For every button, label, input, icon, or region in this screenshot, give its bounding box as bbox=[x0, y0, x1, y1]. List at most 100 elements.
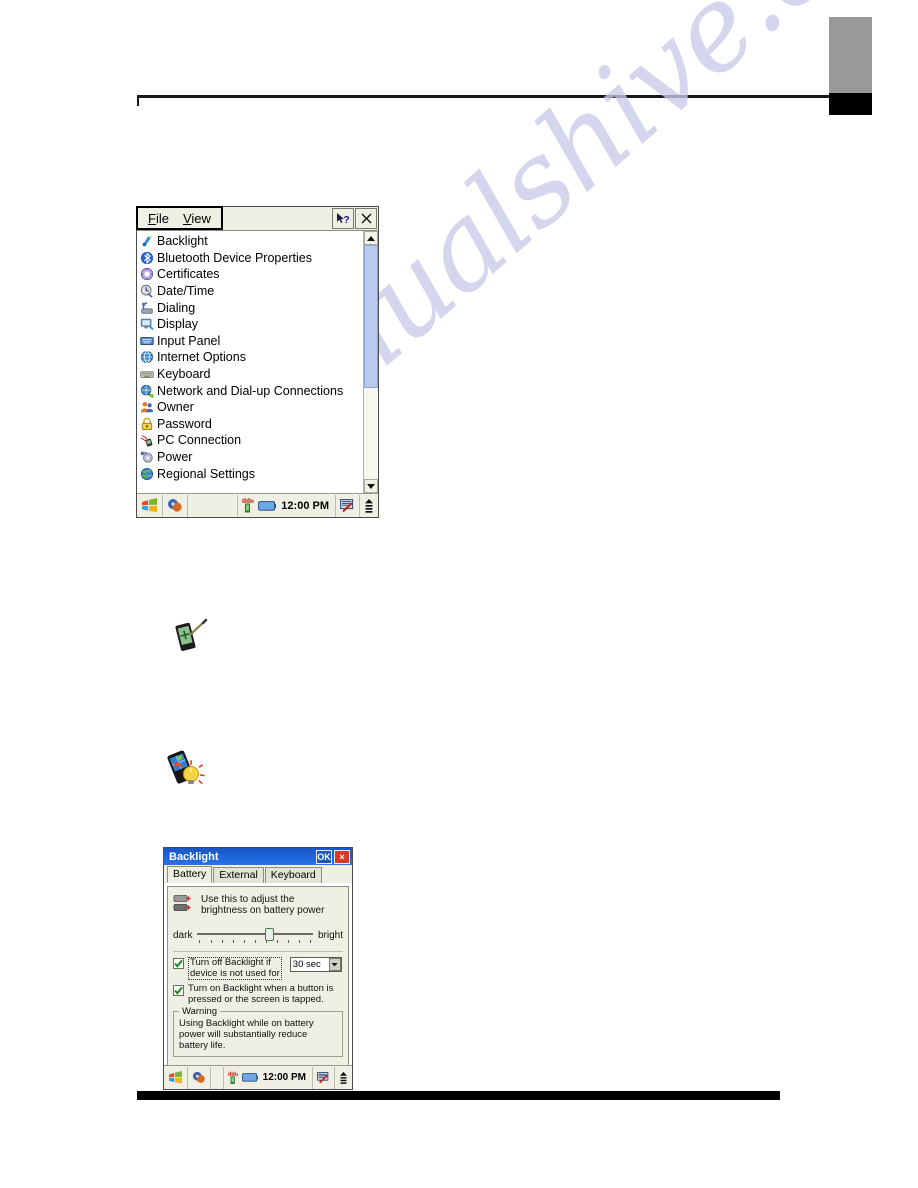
backlight-desc-line2: brightness on battery power bbox=[201, 905, 325, 916]
bluetooth-icon bbox=[140, 251, 154, 265]
slider-tick bbox=[243, 940, 245, 943]
control-panel-item[interactable]: Internet Options bbox=[137, 349, 363, 366]
control-panel-item[interactable]: Network and Dial-up Connections bbox=[137, 382, 363, 399]
control-panel-icon bbox=[192, 1071, 205, 1083]
signal-icon[interactable] bbox=[242, 498, 255, 513]
chevron-down-icon[interactable] bbox=[328, 958, 341, 971]
turn-off-backlight-row: Turn off Backlight if device is not used… bbox=[173, 957, 343, 980]
control-panel-item-label: Date/Time bbox=[157, 284, 215, 299]
control-panel-item[interactable]: Power bbox=[137, 449, 363, 466]
backlight-description: Use this to adjust the brightness on bat… bbox=[201, 894, 324, 916]
panel-divider bbox=[173, 951, 343, 952]
control-panel-item[interactable]: Input Panel bbox=[137, 333, 363, 350]
close-icon bbox=[361, 213, 371, 224]
slider-tick bbox=[210, 940, 212, 943]
power-icon bbox=[140, 451, 153, 463]
pda-stylus-icon bbox=[172, 618, 212, 663]
input-panel-icon bbox=[140, 336, 154, 345]
taskbar-clock: 12:00 PM bbox=[281, 499, 329, 512]
backlight-battery-panel: Use this to adjust the brightness on bat… bbox=[167, 886, 349, 1066]
signal-icon[interactable] bbox=[227, 1071, 239, 1085]
turn-on-backlight-checkbox[interactable] bbox=[173, 985, 184, 996]
taskbar-app-button[interactable] bbox=[163, 494, 188, 517]
context-help-button[interactable]: ? bbox=[332, 208, 354, 229]
control-panel-item[interactable]: Date/Time bbox=[137, 283, 363, 300]
turn-off-backlight-checkbox[interactable] bbox=[173, 958, 184, 969]
scroll-up-button[interactable] bbox=[364, 231, 378, 245]
control-panel-item[interactable]: Display bbox=[137, 316, 363, 333]
control-panel-item[interactable]: Dialing bbox=[137, 299, 363, 316]
control-panel-item[interactable]: PC Connection bbox=[137, 432, 363, 449]
turn-on-backlight-row: Turn on Backlight when a button is press… bbox=[173, 983, 343, 1005]
scroll-down-button[interactable] bbox=[364, 479, 378, 493]
sip-button[interactable] bbox=[336, 494, 360, 517]
battery-icon[interactable] bbox=[241, 1072, 258, 1083]
control-panel-window: File View ? Backlight Bluetooth Device Pr… bbox=[136, 206, 379, 518]
slider-tick bbox=[232, 940, 234, 943]
backlight-desc-line1: Use this to adjust the bbox=[201, 894, 295, 905]
battery-icon[interactable] bbox=[258, 500, 277, 512]
backlight-icon bbox=[142, 236, 152, 247]
control-panel-item[interactable]: Backlight bbox=[137, 233, 363, 250]
menu-item-file[interactable]: File bbox=[148, 211, 169, 226]
control-panel-item[interactable]: Password bbox=[137, 416, 363, 433]
tab-keyboard[interactable]: Keyboard bbox=[264, 867, 322, 883]
tray-expand-button[interactable] bbox=[335, 1067, 352, 1089]
control-panel-item-label: PC Connection bbox=[157, 433, 242, 448]
owner-icon bbox=[140, 402, 154, 413]
timeout-dropdown[interactable]: 30 sec bbox=[289, 957, 342, 972]
slider-tick bbox=[199, 940, 201, 943]
turn-on-line2: pressed or the screen is tapped. bbox=[188, 993, 324, 1005]
control-panel-item[interactable]: Owner bbox=[137, 399, 363, 416]
tab-external[interactable]: External bbox=[213, 867, 264, 883]
control-panel-taskbar: 12:00 PM bbox=[137, 493, 378, 517]
system-tray: 12:00 PM bbox=[222, 1066, 313, 1089]
taskbar-app-button[interactable] bbox=[188, 1066, 211, 1089]
warning-line2: power will substantially reduce bbox=[179, 1029, 308, 1040]
control-panel-item[interactable]: Certificates bbox=[137, 266, 363, 283]
control-panel-item[interactable]: Regional Settings bbox=[137, 465, 363, 482]
slider-tick bbox=[298, 940, 300, 943]
slider-tick bbox=[309, 940, 311, 943]
backlight-ok-button[interactable]: OK bbox=[316, 849, 332, 864]
checkmark-icon bbox=[174, 959, 183, 968]
backlight-description-row: Use this to adjust the brightness on bat… bbox=[173, 894, 343, 916]
backlight-close-button[interactable]: × bbox=[334, 849, 350, 864]
checkmark-icon bbox=[174, 986, 183, 995]
scrollbar-thumb[interactable] bbox=[364, 245, 378, 388]
scrollbar-track[interactable] bbox=[364, 245, 378, 479]
display-icon bbox=[140, 319, 154, 331]
turn-on-line1: Turn on Backlight when a button is bbox=[188, 983, 334, 994]
close-button[interactable] bbox=[355, 208, 377, 229]
backlight-tabs: Battery External Keyboard bbox=[164, 865, 352, 883]
slider-min-label: dark bbox=[173, 929, 193, 941]
control-panel-scrollbar[interactable] bbox=[363, 231, 378, 493]
control-panel-item-label: Keyboard bbox=[157, 367, 211, 382]
header-rule bbox=[137, 95, 829, 98]
sip-button[interactable] bbox=[313, 1066, 335, 1089]
tab-battery[interactable]: Battery bbox=[167, 866, 213, 883]
backlight-title: Backlight bbox=[169, 850, 219, 863]
menu-item-view[interactable]: View bbox=[183, 211, 211, 226]
page-canvas: manualshive.com File View ? Backlight Bl… bbox=[0, 0, 918, 1188]
control-panel-item-label: Display bbox=[157, 317, 198, 332]
keyboard-icon bbox=[140, 371, 154, 378]
svg-text:?: ? bbox=[343, 215, 349, 226]
dialing-icon bbox=[141, 301, 153, 314]
control-panel-item-label: Password bbox=[157, 416, 212, 431]
control-panel-item[interactable]: Keyboard bbox=[137, 366, 363, 383]
control-panel-list[interactable]: Backlight Bluetooth Device Properties Cert… bbox=[137, 231, 363, 493]
slider-track bbox=[197, 933, 313, 935]
up-arrow-icon bbox=[365, 498, 373, 513]
start-button[interactable] bbox=[164, 1066, 188, 1089]
tray-expand-button[interactable] bbox=[360, 495, 378, 517]
brightness-slider[interactable] bbox=[197, 927, 313, 943]
start-button[interactable] bbox=[137, 494, 163, 517]
datetime-icon bbox=[140, 284, 153, 298]
header-rule-tick bbox=[137, 95, 139, 106]
control-panel-item-label: Backlight bbox=[157, 234, 208, 249]
control-panel-item[interactable]: Bluetooth Device Properties bbox=[137, 250, 363, 267]
network-icon bbox=[140, 384, 154, 398]
backlight-titlebar: Backlight OK × bbox=[164, 848, 352, 865]
input-panel-tray-icon bbox=[340, 498, 354, 512]
